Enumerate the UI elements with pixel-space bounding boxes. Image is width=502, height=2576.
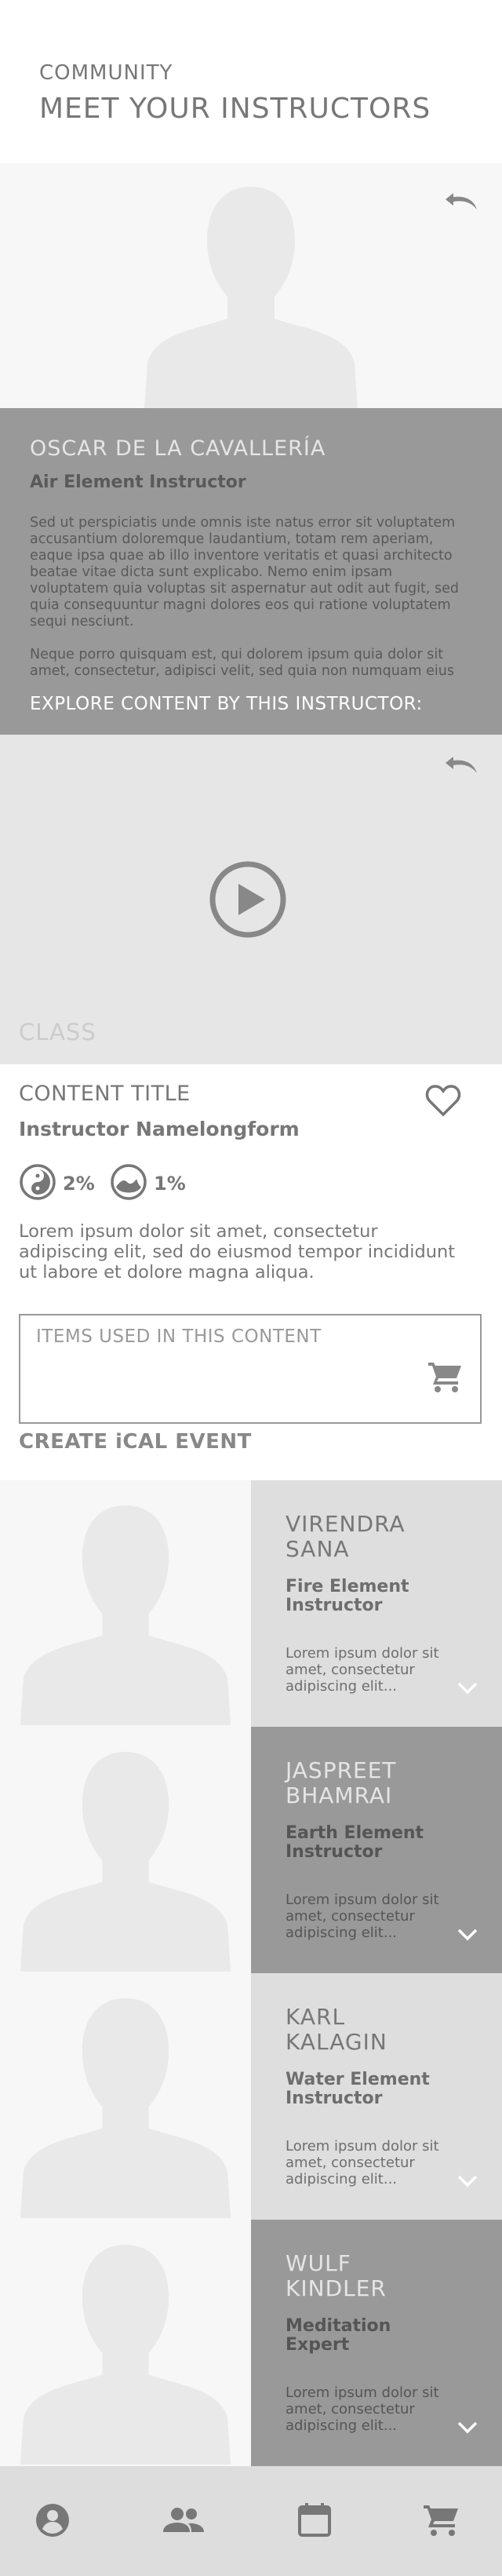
chevron-down-icon[interactable] [457,1928,478,1942]
section-eyebrow: COMMUNITY [39,61,173,85]
content-title: CONTENT TITLE [19,1082,191,1106]
wave-icon [111,1164,147,1200]
instructor-info: KARL KALAGIN Water Element Instructor Lo… [251,1973,502,2220]
instructor-role: Meditation Expert [286,2316,391,2355]
stat-value: 2% [63,1173,95,1195]
page-header: COMMUNITY MEET YOUR INSTRUCTORS [0,0,502,163]
bio-paragraph-1: Sed ut perspiciatis unde omnis iste natu… [30,515,460,629]
instructor-summary: Lorem ipsum dolor sit amet, consectetur … [286,2384,439,2434]
instructor-card[interactable]: WULF KINDLER Meditation Expert Lorem ips… [0,2220,502,2466]
instructor-info: JASPREET BHAMRAI Earth Element Instructo… [251,1727,502,1973]
content-stats: 2% 1% [19,1163,254,1207]
instructor-silhouette [20,1751,231,1972]
create-ical-event-button[interactable]: CREATE iCAL EVENT [19,1430,252,1454]
community-icon[interactable] [162,2501,206,2540]
instructor-card[interactable]: KARL KALAGIN Water Element Instructor Lo… [0,1973,502,2220]
chevron-down-icon[interactable] [457,2421,478,2435]
stat-value: 1% [154,1173,186,1195]
instructor-summary: Lorem ipsum dolor sit amet, consectetur … [286,2138,439,2187]
instructor-name: VIRENDRA SANA [286,1511,406,1562]
cart-icon[interactable] [422,2501,461,2540]
instructor-summary: Lorem ipsum dolor sit amet, consectetur … [286,1892,439,1941]
explore-content-link[interactable]: EXPLORE CONTENT BY THIS INSTRUCTOR: [0,678,502,735]
instructor-name: OSCAR DE LA CAVALLERÍA [30,436,326,461]
instructor-info: WULF KINDLER Meditation Expert Lorem ips… [251,2220,502,2466]
class-label: CLASS [19,1019,96,1045]
instructor-name: WULF KINDLER [286,2250,387,2301]
heart-icon[interactable] [425,1083,461,1118]
cart-icon[interactable] [427,1359,464,1394]
instructor-name: KARL KALAGIN [286,2004,387,2055]
instructor-silhouette [144,187,358,408]
instructor-info: VIRENDRA SANA Fire Element Instructor Lo… [251,1480,502,1727]
instructor-name: JASPREET BHAMRAI [286,1757,397,1808]
chevron-down-icon[interactable] [457,2174,478,2188]
items-used-box[interactable]: ITEMS USED IN THIS CONTENT [19,1314,482,1424]
featured-instructor-bio: OSCAR DE LA CAVALLERÍA Air Element Instr… [0,408,502,735]
play-icon[interactable] [209,860,287,939]
instructor-silhouette [20,1998,231,2218]
items-used-label: ITEMS USED IN THIS CONTENT [36,1326,322,1347]
chevron-down-icon[interactable] [457,1681,478,1695]
calendar-icon[interactable] [295,2501,334,2540]
instructor-photo [0,2220,251,2466]
instructor-role: Fire Element Instructor [286,1577,409,1615]
instructor-role: Air Element Instructor [30,473,246,492]
account-icon[interactable] [33,2501,72,2540]
content-details: CONTENT TITLE Instructor Namelongform 2%… [0,1064,502,1480]
instructor-card[interactable]: VIRENDRA SANA Fire Element Instructor Lo… [0,1480,502,1727]
yin-yang-icon [20,1164,56,1200]
instructor-summary: Lorem ipsum dolor sit amet, consectetur … [286,1645,439,1695]
instructor-photo [0,1727,251,1973]
bottom-tab-bar [0,2466,502,2576]
instructor-card[interactable]: JASPREET BHAMRAI Earth Element Instructo… [0,1727,502,1973]
undo-icon[interactable] [444,752,478,775]
instructor-silhouette [20,2244,231,2465]
instructor-photo [0,1973,251,2220]
page-title: MEET YOUR INSTRUCTORS [39,93,431,125]
content-instructor-name: Instructor Namelongform [19,1118,300,1140]
undo-icon[interactable] [444,188,478,212]
instructor-role: Earth Element Instructor [286,1823,424,1862]
instructor-photo [0,1480,251,1727]
content-description: Lorem ipsum dolor sit amet, consectetur … [19,1221,456,1283]
instructor-silhouette [20,1505,231,1725]
featured-instructor-photo [0,163,502,408]
instructor-role: Water Element Instructor [286,2070,430,2108]
video-player[interactable]: CLASS [0,735,502,1064]
